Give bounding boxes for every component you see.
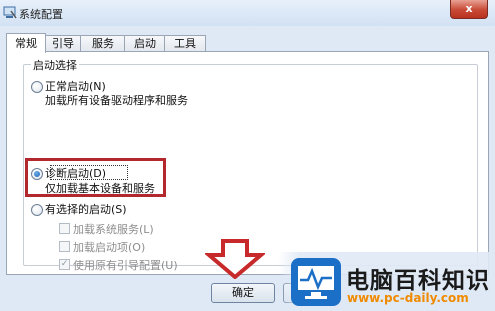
window-title: 系统配置 <box>19 8 63 21</box>
watermark-title: 电脑百科知识 <box>346 268 490 294</box>
group-title: 启动选择 <box>31 57 79 73</box>
title-bar: 系统配置 x <box>0 0 495 26</box>
normal-startup-desc: 加载所有设备驱动程序和服务 <box>45 94 188 107</box>
selective-startup-label[interactable]: 有选择的启动(S) <box>45 201 127 217</box>
tab-services[interactable]: 服务 <box>80 35 126 52</box>
selective-startup-radio[interactable] <box>31 204 43 216</box>
diagnostic-startup-desc: 仅加载基本设备和服务 <box>45 182 155 195</box>
down-arrow-icon <box>205 239 265 279</box>
use-original-boot-config-checkbox[interactable]: ✓ <box>59 259 70 270</box>
diagnostic-startup-radio[interactable] <box>31 168 43 180</box>
tab-general[interactable]: 常规 <box>6 33 46 53</box>
diagnostic-startup-label[interactable]: 诊断启动(D) <box>45 165 106 181</box>
use-original-boot-config-label: 使用原有引导配置(U) <box>73 259 178 272</box>
close-button[interactable]: x <box>450 0 488 19</box>
tab-boot[interactable]: 引导 <box>44 35 82 52</box>
monitor-logo-icon <box>291 258 341 306</box>
watermark-url: www.pc-daily.com <box>347 291 469 305</box>
tab-tools[interactable]: 工具 <box>164 35 206 52</box>
tab-startup[interactable]: 启动 <box>124 35 166 52</box>
watermark: 电脑百科知识 www.pc-daily.com <box>278 252 495 311</box>
radio-selected-dot <box>34 171 40 177</box>
load-system-services-label: 加载系统服务(L) <box>73 223 154 236</box>
ok-button[interactable]: 确定 <box>211 283 275 303</box>
load-system-services-checkbox[interactable] <box>59 223 70 234</box>
system-config-icon <box>3 6 17 19</box>
load-startup-items-checkbox[interactable] <box>59 241 70 252</box>
normal-startup-radio[interactable] <box>31 81 43 93</box>
load-startup-items-label: 加载启动项(O) <box>73 241 146 254</box>
